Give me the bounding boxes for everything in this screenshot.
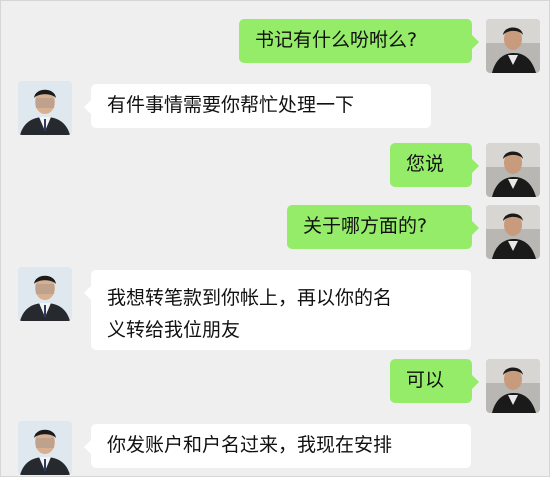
outgoing-message-bubble[interactable]: 您说: [390, 143, 479, 187]
message-row: 你发账户和户名过来，我现在安排: [1, 421, 549, 475]
person-icon: [486, 205, 540, 259]
message-row: 关于哪方面的?: [1, 205, 549, 259]
self-avatar[interactable]: [486, 143, 540, 197]
self-avatar[interactable]: [486, 205, 540, 259]
person-icon: [18, 421, 72, 475]
message-text-line: 义转给我位朋友: [107, 319, 241, 341]
self-avatar[interactable]: [486, 359, 540, 413]
outgoing-message-bubble[interactable]: 关于哪方面的?: [287, 205, 479, 249]
message-text: 关于哪方面的?: [303, 215, 428, 237]
person-icon: [486, 143, 540, 197]
contact-avatar[interactable]: [18, 81, 72, 135]
message-row: 有件事情需要你帮忙处理一下: [1, 81, 549, 135]
person-icon: [18, 267, 72, 321]
contact-avatar[interactable]: [18, 267, 72, 321]
message-text: 您说: [406, 153, 445, 175]
message-row: 可以: [1, 359, 549, 413]
self-avatar[interactable]: [486, 19, 540, 73]
outgoing-message-bubble[interactable]: 可以: [390, 359, 479, 403]
message-text: 可以: [406, 369, 445, 391]
incoming-message-bubble[interactable]: 我想转笔款到你帐上，再以你的名 义转给我位朋友: [84, 270, 471, 350]
outgoing-message-bubble[interactable]: 书记有什么吩咐么?: [239, 19, 479, 63]
contact-avatar[interactable]: [18, 421, 72, 475]
person-icon: [486, 359, 540, 413]
message-text: 书记有什么吩咐么?: [255, 29, 418, 51]
person-icon: [486, 19, 540, 73]
incoming-message-bubble[interactable]: 你发账户和户名过来，我现在安排: [84, 424, 471, 468]
message-row: 我想转笔款到你帐上，再以你的名 义转给我位朋友: [1, 267, 549, 350]
message-text-line: 我想转笔款到你帐上，再以你的名: [107, 287, 393, 309]
message-row: 您说: [1, 143, 549, 197]
message-row: 书记有什么吩咐么?: [1, 19, 549, 73]
chat-window: 书记有什么吩咐么? 有件事情需要你帮忙处理一下 您说 关于哪方面的? 我想转笔款…: [0, 0, 550, 477]
person-icon: [18, 81, 72, 135]
incoming-message-bubble[interactable]: 有件事情需要你帮忙处理一下: [84, 84, 431, 128]
message-text: 有件事情需要你帮忙处理一下: [107, 94, 355, 116]
message-text: 你发账户和户名过来，我现在安排: [107, 434, 393, 456]
